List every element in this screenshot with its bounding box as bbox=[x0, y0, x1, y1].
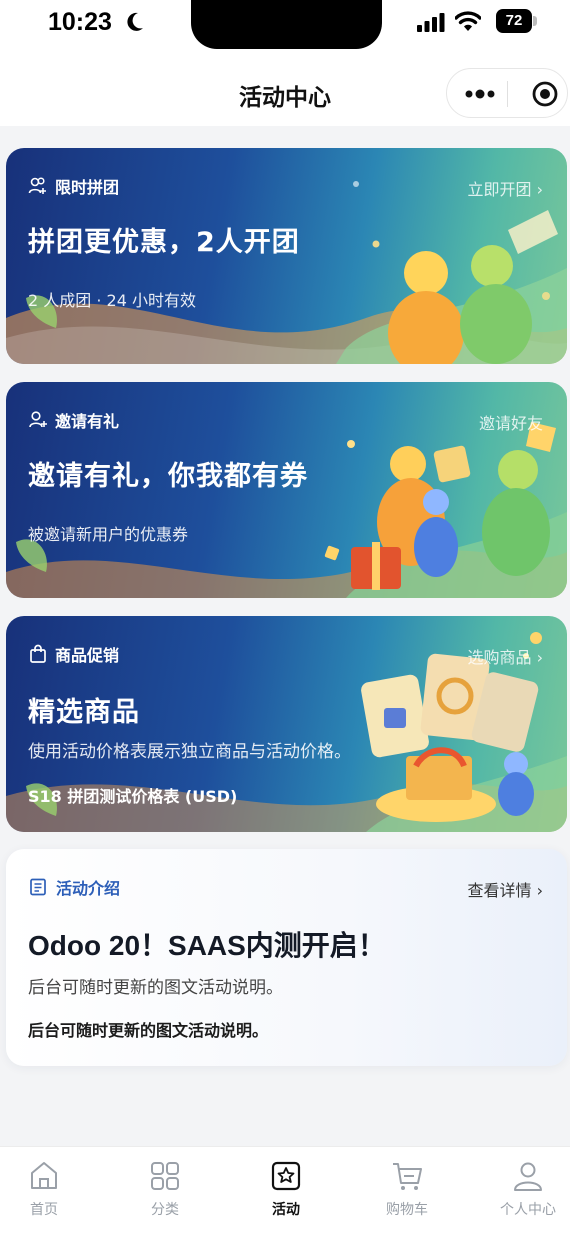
banner-title: 拼团更优惠，2人开团 bbox=[28, 227, 300, 258]
status-bar: 10:23 72 bbox=[0, 0, 570, 50]
tab-category[interactable]: 分类 bbox=[108, 1159, 222, 1235]
group-users-icon bbox=[28, 177, 46, 194]
banner-tag-label: 商品促销 bbox=[55, 646, 120, 665]
shop-products-link[interactable]: 选购商品 › bbox=[468, 644, 544, 668]
grid-icon bbox=[151, 1162, 179, 1190]
mini-program-capsule bbox=[446, 68, 568, 118]
home-icon bbox=[31, 1162, 57, 1189]
view-details-link[interactable]: 查看详情 › bbox=[468, 877, 544, 901]
banner-subtitle: 2 人成团 · 24 小时有效 bbox=[28, 291, 196, 310]
battery-cap bbox=[533, 16, 537, 26]
close-target-icon[interactable] bbox=[531, 80, 559, 108]
invite-user-icon bbox=[29, 411, 47, 428]
group-buy-banner[interactable]: 限时拼团 立即开团 › 拼团更优惠，2人开团 2 人成团 · 24 小时有效 bbox=[6, 148, 567, 364]
document-icon bbox=[30, 878, 46, 896]
shopping-bag-icon bbox=[30, 644, 46, 663]
promotion-banner[interactable]: 商品促销 选购商品 › 精选商品 使用活动价格表展示独立商品与活动价格。 S18… bbox=[6, 616, 567, 832]
invite-friends-link[interactable]: 邀请好友 bbox=[479, 410, 543, 434]
banner-tag-label: 限时拼团 bbox=[55, 178, 120, 197]
tab-label: 购物车 bbox=[386, 1202, 428, 1218]
wifi-icon bbox=[455, 11, 481, 31]
tab-label: 活动 bbox=[272, 1202, 300, 1218]
banner-tag: 邀请有礼 bbox=[28, 408, 119, 432]
tab-activity[interactable]: 活动 bbox=[229, 1159, 343, 1235]
tab-label: 首页 bbox=[30, 1202, 58, 1218]
banner-tag: 商品促销 bbox=[28, 642, 119, 666]
banner-title: 精选商品 bbox=[28, 697, 140, 728]
banner-subtitle: 被邀请新用户的优惠券 bbox=[28, 525, 189, 544]
intro-tag-label: 活动介绍 bbox=[56, 879, 121, 898]
cart-icon bbox=[393, 1163, 422, 1190]
tab-profile[interactable]: 个人中心 bbox=[471, 1159, 570, 1235]
dynamic-island bbox=[191, 0, 382, 49]
banner-subtitle: 使用活动价格表展示独立商品与活动价格。 bbox=[28, 742, 351, 762]
battery-indicator: 72 bbox=[496, 9, 532, 33]
more-icon[interactable] bbox=[464, 87, 496, 101]
price-list-label: S18 拼团测试价格表 (USD) bbox=[28, 787, 238, 806]
star-badge-icon bbox=[271, 1161, 301, 1191]
tab-cart[interactable]: 购物车 bbox=[350, 1159, 464, 1235]
banner-tag-label: 邀请有礼 bbox=[55, 412, 120, 431]
nav-bar: 活动中心 bbox=[0, 50, 570, 126]
moon-icon bbox=[127, 12, 143, 31]
signal-icon bbox=[417, 13, 445, 32]
intro-description-bold: 后台可随时更新的图文活动说明。 bbox=[28, 1021, 269, 1040]
intro-tag: 活动介绍 bbox=[28, 875, 120, 899]
banner-title: 邀请有礼，你我都有券 bbox=[28, 461, 308, 492]
tab-home[interactable]: 首页 bbox=[0, 1159, 101, 1235]
tab-label: 分类 bbox=[151, 1202, 179, 1218]
status-time: 10:23 bbox=[48, 8, 112, 36]
tab-bar: 首页 分类 活动 购物车 个人中心 bbox=[0, 1146, 570, 1248]
invite-banner[interactable]: 邀请有礼 邀请好友 邀请有礼，你我都有券 被邀请新用户的优惠券 bbox=[6, 382, 567, 598]
activity-intro-card[interactable]: 活动介绍 查看详情 › Odoo 20！SAAS内测开启！ 后台可随时更新的图文… bbox=[6, 849, 567, 1066]
tab-label: 个人中心 bbox=[500, 1202, 556, 1218]
start-group-link[interactable]: 立即开团 › bbox=[468, 176, 544, 200]
intro-description: 后台可随时更新的图文活动说明。 bbox=[28, 978, 283, 998]
intro-title: Odoo 20！SAAS内测开启！ bbox=[28, 930, 386, 961]
banner-tag: 限时拼团 bbox=[28, 174, 119, 198]
capsule-divider bbox=[507, 81, 508, 107]
user-icon bbox=[514, 1162, 542, 1191]
